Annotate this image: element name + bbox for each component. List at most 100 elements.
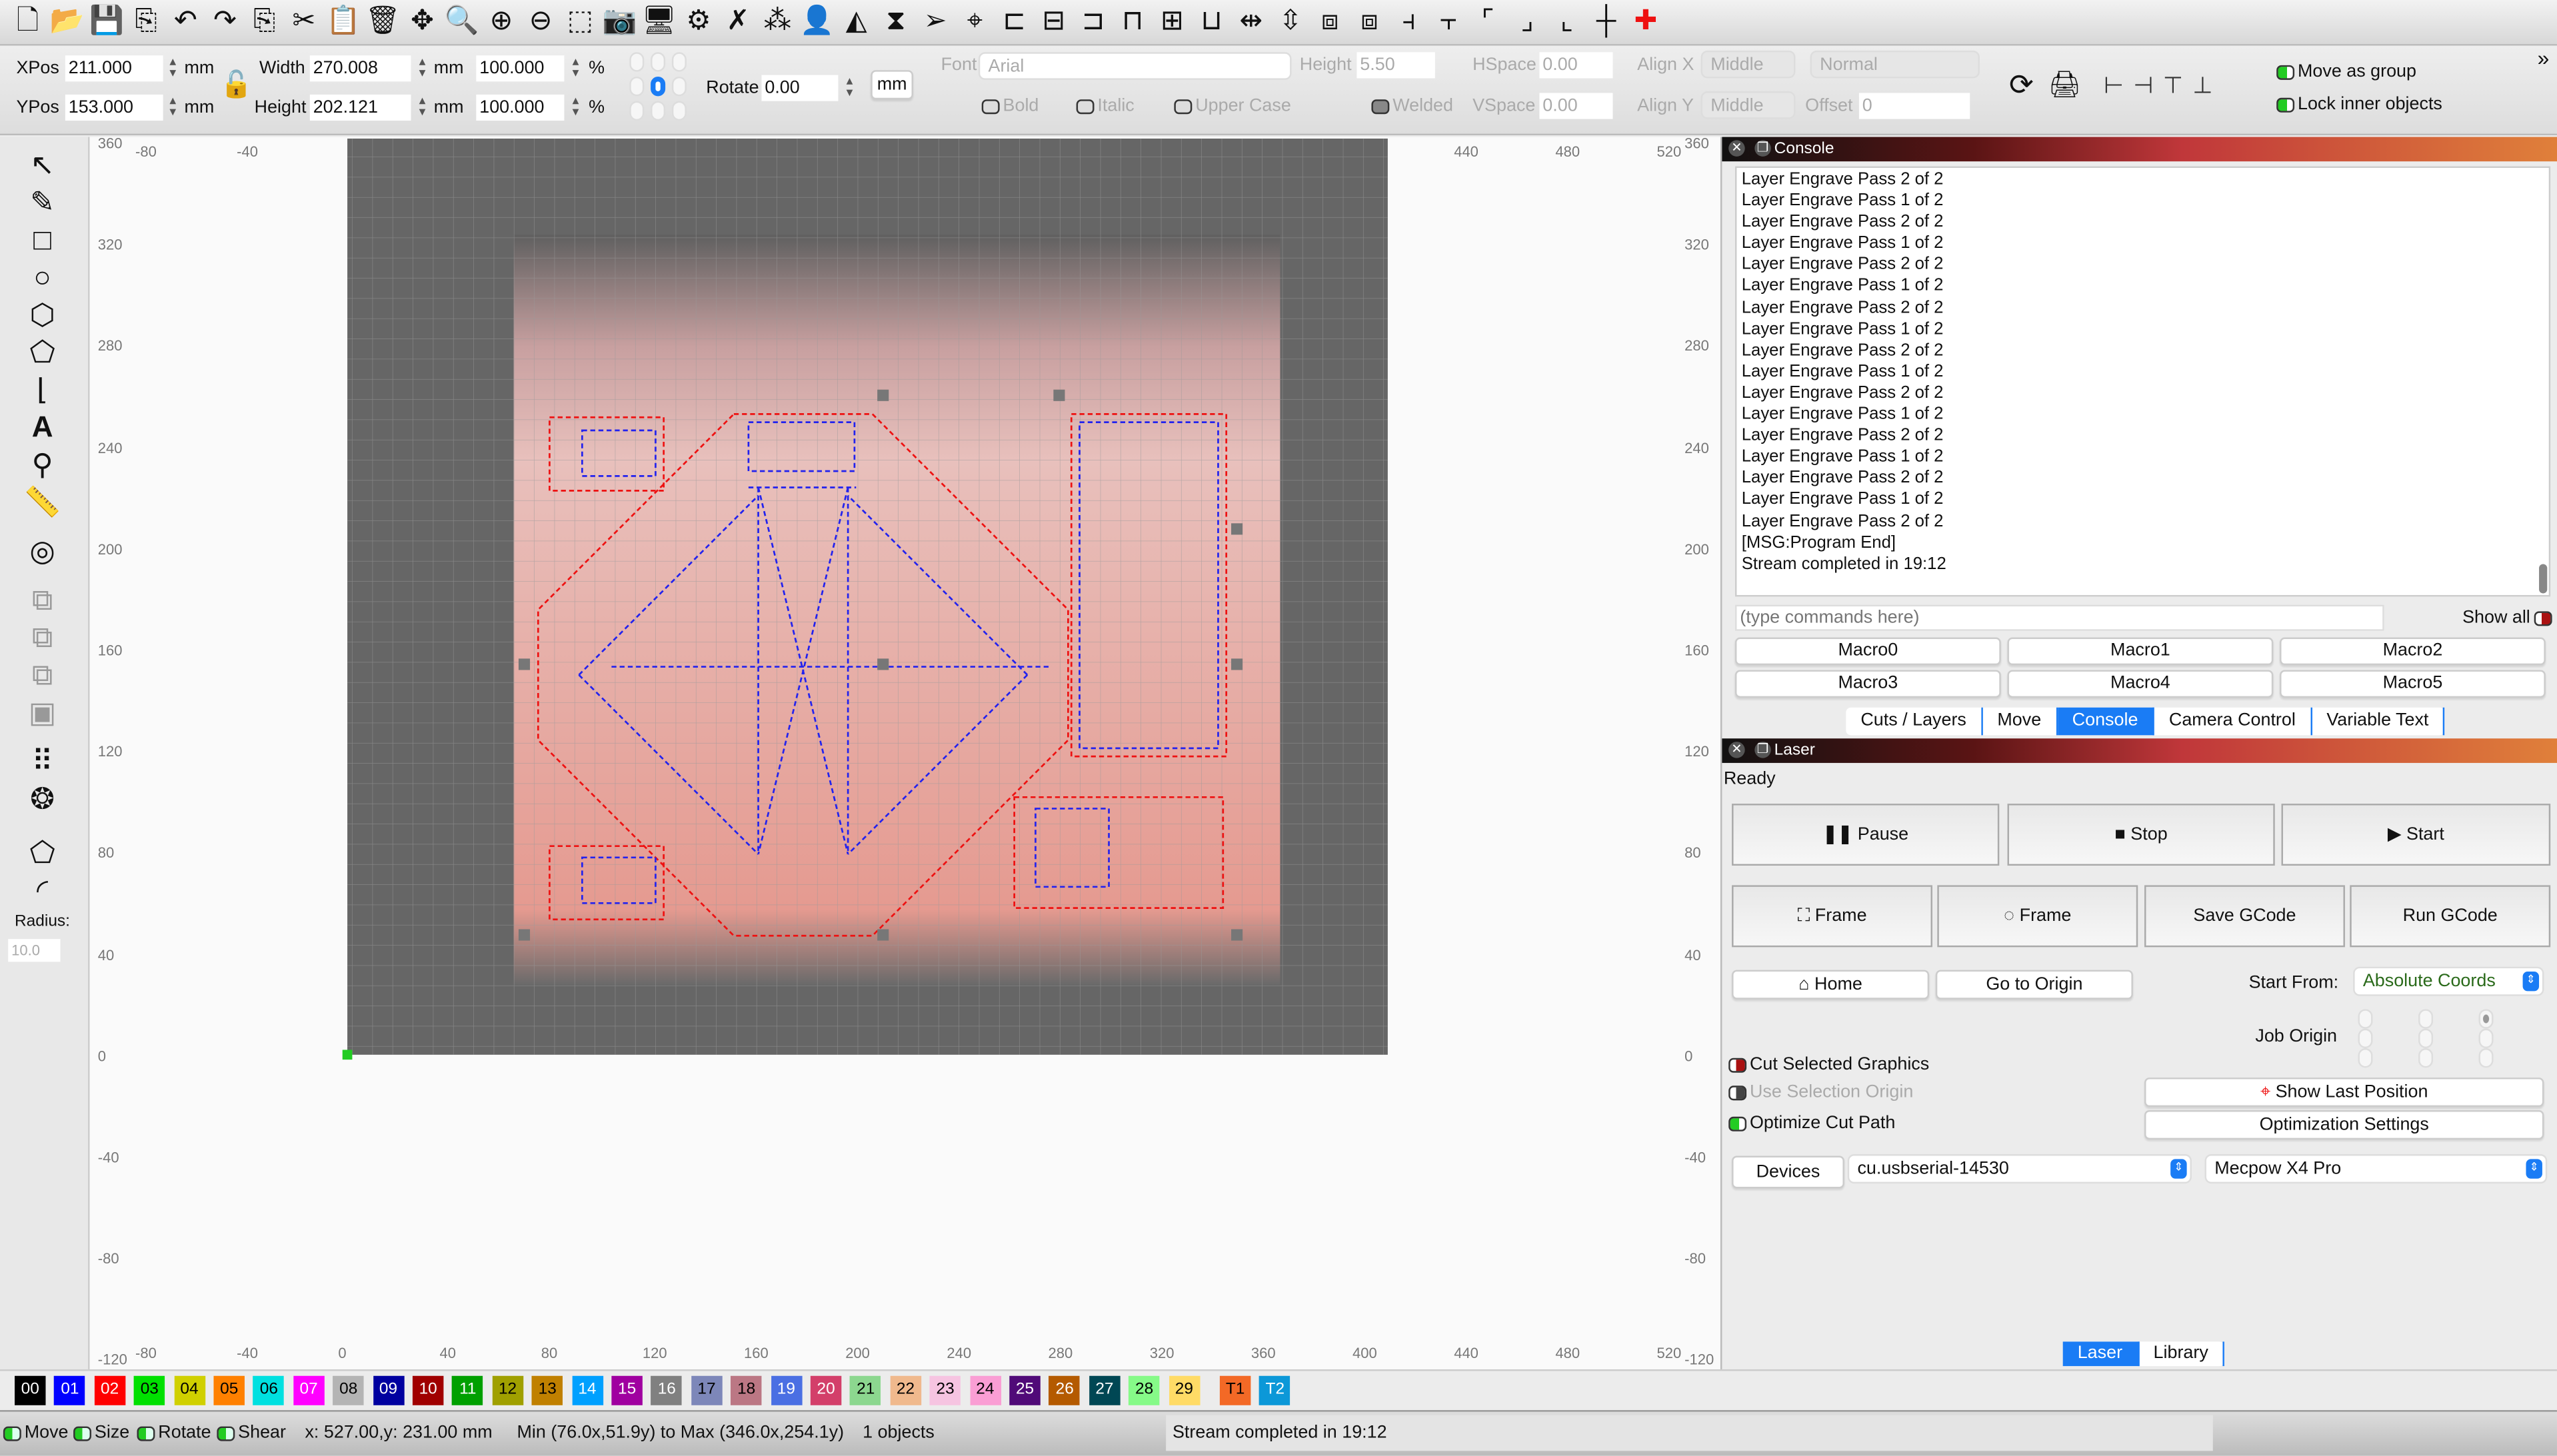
dock-v-icon[interactable]: ⫟ <box>1430 3 1466 39</box>
layer-swatch[interactable]: 05 <box>213 1375 245 1405</box>
macro-button[interactable]: Macro1 <box>2007 637 2274 666</box>
layer-swatch[interactable]: 25 <box>1009 1375 1041 1405</box>
hspace-input[interactable]: 0.00 <box>1539 52 1613 79</box>
grid-array-icon[interactable]: ⠿ <box>21 744 64 780</box>
tab-cuts-layers[interactable]: Cuts / Layers <box>1846 707 1983 736</box>
frame-rect-button[interactable]: ⛶ Frame <box>1732 885 1932 948</box>
send-icon[interactable]: ➢ <box>917 3 953 39</box>
job-origin-radio[interactable] <box>2358 1048 2373 1068</box>
italic-toggle[interactable]: Italic <box>1076 96 1135 116</box>
console-scrollbar[interactable] <box>2539 564 2548 594</box>
layer-swatch[interactable]: 17 <box>691 1375 723 1405</box>
frame-selection-icon[interactable]: ⬚ <box>563 3 599 39</box>
target-icon[interactable]: ⌖ <box>957 3 993 39</box>
ypos-input[interactable]: 153.000 <box>65 94 163 121</box>
device-select[interactable]: Mecpow X4 Pro ⇕ <box>2204 1154 2548 1184</box>
devices-button[interactable]: Devices <box>1732 1155 1844 1189</box>
show-last-position-button[interactable]: ⌖ Show Last Position <box>2144 1078 2544 1107</box>
open-folder-icon[interactable]: 📂 <box>49 3 85 39</box>
polygon-tool-icon[interactable]: ⬡ <box>21 297 64 333</box>
job-origin-radio[interactable] <box>2358 1009 2373 1029</box>
tab-console[interactable]: Console <box>2057 707 2154 736</box>
rotate-stepper[interactable]: ▴ ▾ <box>843 74 857 99</box>
layer-swatch[interactable]: 11 <box>452 1375 484 1405</box>
job-origin-radio[interactable] <box>2478 1009 2494 1029</box>
layer-swatch[interactable]: 29 <box>1169 1375 1200 1405</box>
save-gcode-button[interactable]: Save GCode <box>2144 885 2345 948</box>
tab-variable-text[interactable]: Variable Text <box>2312 707 2445 736</box>
xpos-stepper[interactable]: ▴ ▾ <box>167 55 180 79</box>
align-center-icon[interactable]: ⊟ <box>1036 3 1072 39</box>
delete-icon[interactable]: 🗑 <box>365 3 401 39</box>
layer-swatch[interactable]: 14 <box>571 1375 603 1405</box>
boolean-intersect-icon[interactable]: ⧉ <box>21 657 64 693</box>
start-button[interactable]: ▶ Start <box>2281 804 2551 866</box>
anchor-radio[interactable] <box>629 76 645 97</box>
optimization-settings-button[interactable]: Optimization Settings <box>2144 1109 2544 1140</box>
text-style-select[interactable]: Normal <box>1810 50 1980 79</box>
anchor-radio[interactable] <box>651 76 666 97</box>
user-icon[interactable]: 👤 <box>799 3 835 39</box>
center-icon[interactable]: ┼ <box>1588 3 1624 39</box>
position-laser-icon[interactable]: ⚲ <box>21 446 64 482</box>
tab-library[interactable]: Library <box>2139 1341 2225 1367</box>
job-origin-radio[interactable] <box>2418 1028 2434 1049</box>
camera-icon[interactable]: 📷 <box>602 3 638 39</box>
undo-icon[interactable]: ↶ <box>167 3 203 39</box>
upper-case-toggle[interactable]: Upper Case <box>1174 96 1291 116</box>
height-stepper[interactable]: ▴ ▾ <box>416 94 429 119</box>
mirror-horizontal-icon[interactable]: ◭ <box>839 3 875 39</box>
align-y-select[interactable]: Middle <box>1700 91 1796 119</box>
layer-swatch[interactable]: 02 <box>94 1375 125 1405</box>
layer-swatch[interactable]: 04 <box>173 1375 205 1405</box>
layer-swatch[interactable]: T2 <box>1259 1375 1291 1405</box>
close-laser-icon[interactable]: ✕ <box>1728 742 1745 758</box>
anchor-radio[interactable] <box>629 101 645 121</box>
distribute-h-icon[interactable]: ⇹ <box>1233 3 1269 39</box>
show-all-toggle[interactable]: Show all <box>2462 608 2554 628</box>
overflow-chevron-icon[interactable]: » <box>2538 45 2550 70</box>
pen-tool-icon[interactable]: ✎ <box>21 184 64 220</box>
use-selection-origin-toggle[interactable]: Use Selection Origin <box>1728 1082 1913 1102</box>
welded-toggle[interactable]: Welded <box>1371 96 1453 116</box>
height-input[interactable]: 202.121 <box>309 94 411 121</box>
align-bottom-icon[interactable]: ⊔ <box>1194 3 1230 39</box>
scale-width-stepper[interactable]: ▴ ▾ <box>569 55 583 79</box>
start-from-select[interactable]: Absolute Coords ⇕ <box>2353 966 2544 996</box>
edit-nodes-tool-icon[interactable]: ⬠ <box>21 335 64 370</box>
tab-move[interactable]: Move <box>1982 707 2058 736</box>
layer-swatch[interactable]: 18 <box>731 1375 762 1405</box>
width-input[interactable]: 270.008 <box>309 55 411 82</box>
port-select[interactable]: cu.usbserial-14530 ⇕ <box>1847 1154 2192 1184</box>
layer-swatch[interactable]: 16 <box>651 1375 683 1405</box>
ellipse-tool-icon[interactable]: ○ <box>21 259 64 295</box>
job-origin-radio[interactable] <box>2478 1028 2494 1049</box>
layer-swatch[interactable]: 01 <box>54 1375 86 1405</box>
import-icon[interactable]: ⎘ <box>128 3 164 39</box>
zoom-out-icon[interactable]: ⊖ <box>523 3 559 39</box>
layer-swatch[interactable]: 23 <box>929 1375 961 1405</box>
anchor-radio[interactable] <box>671 101 687 121</box>
cut-selected-toggle[interactable]: Cut Selected Graphics <box>1728 1055 1929 1074</box>
lock-inner-toggle[interactable]: Lock inner objects <box>2276 95 2442 114</box>
scale-width-input[interactable]: 100.000 <box>476 55 565 82</box>
vspace-input[interactable]: 0.00 <box>1539 93 1613 119</box>
layer-swatch[interactable]: 26 <box>1049 1375 1081 1405</box>
cut-icon[interactable]: ✂ <box>286 3 322 39</box>
layer-swatch[interactable]: 28 <box>1129 1375 1160 1405</box>
job-origin-radio[interactable] <box>2418 1009 2434 1029</box>
paste-icon[interactable]: 📋 <box>325 3 361 39</box>
weld-icon[interactable]: ▣ <box>21 694 64 730</box>
pause-button[interactable]: ❚❚ Pause <box>1732 804 2000 866</box>
measure-tool-icon[interactable]: 📏 <box>21 484 64 520</box>
anchor-radio[interactable] <box>671 76 687 97</box>
ypos-stepper[interactable]: ▴ ▾ <box>167 94 180 119</box>
corner-br-icon[interactable]: ⌟ <box>1509 3 1545 39</box>
go-to-origin-button[interactable]: Go to Origin <box>1935 970 2133 1000</box>
text-tool-icon[interactable]: A <box>21 409 64 445</box>
home-button[interactable]: ⌂ Home <box>1732 970 1930 1000</box>
job-origin-radio[interactable] <box>2418 1048 2434 1068</box>
font-select[interactable]: Arial <box>978 52 1292 80</box>
anchor-radio[interactable] <box>629 52 645 72</box>
command-input[interactable] <box>1734 604 2384 631</box>
